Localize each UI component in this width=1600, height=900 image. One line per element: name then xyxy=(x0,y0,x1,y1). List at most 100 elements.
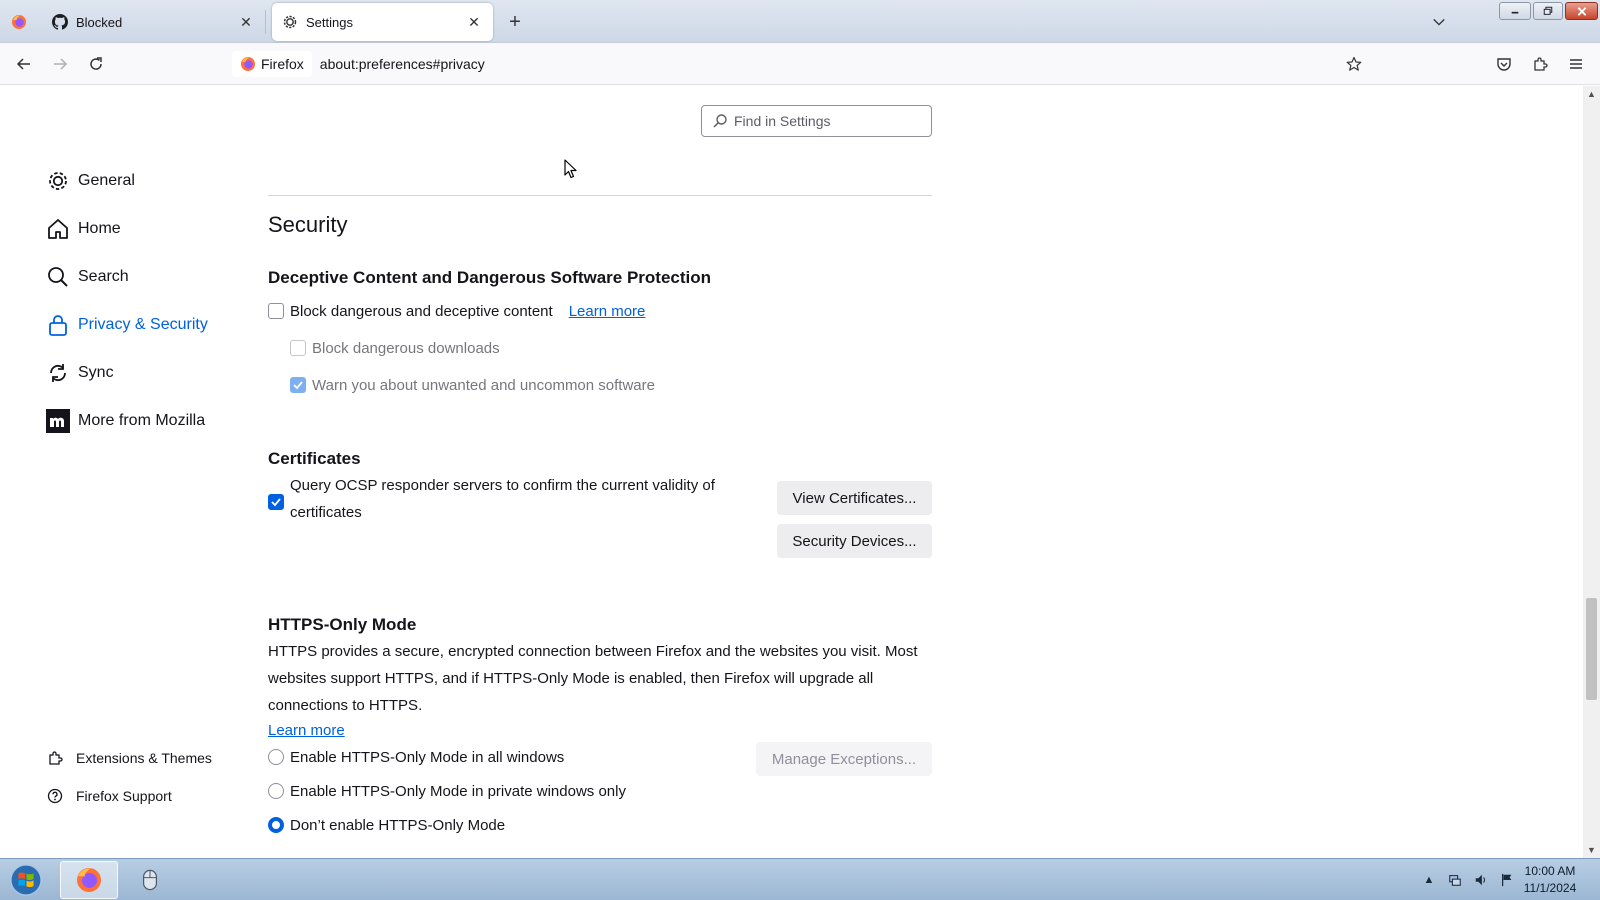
taskbar-mouse-app[interactable] xyxy=(135,861,165,899)
reload-icon xyxy=(90,57,102,70)
volume-icon[interactable] xyxy=(1472,871,1490,889)
search-placeholder: Find in Settings xyxy=(734,113,831,129)
start-button[interactable] xyxy=(6,861,46,899)
sidebar-item-label: Search xyxy=(78,268,129,285)
new-tab-button[interactable]: + xyxy=(503,10,527,34)
security-devices-button[interactable]: Security Devices... xyxy=(777,524,932,558)
home-icon xyxy=(44,215,72,243)
close-window-button[interactable] xyxy=(1565,2,1598,20)
https-only-all-windows-radio[interactable] xyxy=(268,749,284,765)
sidebar-item-label: Home xyxy=(78,220,121,237)
mozilla-icon xyxy=(44,407,72,435)
warn-unwanted-software-option[interactable]: Warn you about unwanted and uncommon sof… xyxy=(290,374,655,396)
scroll-down-icon[interactable]: ▼ xyxy=(1586,844,1597,855)
minimize-icon xyxy=(1511,11,1519,14)
tab-title: Settings xyxy=(306,14,353,30)
help-icon xyxy=(44,785,66,807)
forward-arrow-icon xyxy=(54,58,68,70)
close-icon[interactable]: ✕ xyxy=(465,13,483,31)
firefox-icon xyxy=(77,868,101,892)
sidebar-item-home[interactable]: Home xyxy=(44,214,121,244)
sidebar-item-general[interactable]: General xyxy=(44,166,135,196)
block-deceptive-content-option[interactable]: Block dangerous and deceptive content Le… xyxy=(268,300,645,322)
network-icon[interactable] xyxy=(1446,871,1464,889)
identity-box[interactable]: Firefox xyxy=(232,51,312,77)
tab-strip: Blocked ✕ Settings ✕ + xyxy=(0,0,1600,43)
windows-logo-icon xyxy=(10,864,42,896)
close-icon[interactable]: ✕ xyxy=(237,13,255,31)
show-hidden-icons-icon[interactable]: ▲ xyxy=(1420,871,1438,889)
close-icon xyxy=(1577,6,1586,16)
sidebar-item-label: General xyxy=(78,172,135,189)
sidebar-item-extensions-themes[interactable]: Extensions & Themes xyxy=(44,743,212,773)
search-input[interactable]: Find in Settings xyxy=(701,105,932,137)
settings-page: Find in Settings General Home Search Pri… xyxy=(0,86,1583,858)
sidebar-item-more-from-mozilla[interactable]: More from Mozilla xyxy=(44,406,205,436)
search-icon xyxy=(713,114,727,128)
https-only-all-windows-option[interactable]: Enable HTTPS-Only Mode in all windows xyxy=(268,746,564,768)
sidebar-item-privacy-security[interactable]: Privacy & Security xyxy=(44,310,208,340)
identity-label: Firefox xyxy=(261,56,304,72)
section-heading-security: Security xyxy=(268,212,348,237)
https-only-private-windows-radio[interactable] xyxy=(268,783,284,799)
reload-button[interactable] xyxy=(84,52,108,76)
windows-taskbar: ▲ 10:00 AM 11/1/2024 xyxy=(0,858,1600,900)
manage-exceptions-button[interactable]: Manage Exceptions... xyxy=(756,742,932,776)
https-learn-more-link[interactable]: Learn more xyxy=(268,722,345,739)
mouse-icon xyxy=(143,869,157,891)
sidebar-item-search[interactable]: Search xyxy=(44,262,129,292)
block-deceptive-content-checkbox[interactable] xyxy=(268,303,284,319)
github-icon xyxy=(52,14,68,30)
clock-date: 11/1/2024 xyxy=(1523,881,1577,895)
ocsp-checkbox[interactable] xyxy=(268,494,284,510)
back-arrow-icon xyxy=(16,58,30,70)
learn-more-link[interactable]: Learn more xyxy=(569,303,646,320)
tab-blocked[interactable]: Blocked ✕ xyxy=(42,3,265,41)
system-tray: ▲ xyxy=(1420,867,1516,893)
gear-icon xyxy=(282,14,298,30)
warn-unwanted-software-checkbox[interactable] xyxy=(290,377,306,393)
view-certificates-button[interactable]: View Certificates... xyxy=(777,481,932,515)
tab-title: Blocked xyxy=(76,14,123,30)
scroll-up-icon[interactable]: ▲ xyxy=(1586,88,1597,99)
radio-label: Enable HTTPS-Only Mode in all windows xyxy=(290,748,565,766)
mouse-cursor-icon xyxy=(564,159,577,179)
restore-icon xyxy=(1543,6,1553,15)
app-menu-button[interactable] xyxy=(1564,52,1588,76)
sidebar-item-sync[interactable]: Sync xyxy=(44,358,114,388)
section-divider xyxy=(268,195,932,196)
https-only-private-windows-option[interactable]: Enable HTTPS-Only Mode in private window… xyxy=(268,780,626,802)
https-only-disabled-option[interactable]: Don’t enable HTTPS-Only Mode xyxy=(268,814,505,836)
block-dangerous-downloads-checkbox[interactable] xyxy=(290,340,306,356)
gear-icon xyxy=(44,167,72,195)
address-bar[interactable]: Firefox about:preferences#privacy xyxy=(232,49,1372,79)
firefox-view-icon[interactable] xyxy=(11,14,27,30)
sidebar-item-firefox-support[interactable]: Firefox Support xyxy=(44,781,172,811)
taskbar-clock[interactable]: 10:00 AM 11/1/2024 xyxy=(1510,863,1590,897)
minimize-button[interactable] xyxy=(1499,2,1531,20)
extensions-button[interactable] xyxy=(1528,52,1552,76)
subsection-heading-https-only: HTTPS-Only Mode xyxy=(268,615,417,634)
puzzle-icon xyxy=(1534,57,1548,71)
vertical-scrollbar[interactable]: ▲ ▼ xyxy=(1583,86,1600,858)
checkmark-icon xyxy=(271,498,281,507)
scrollbar-thumb[interactable] xyxy=(1586,598,1597,700)
url-text[interactable]: about:preferences#privacy xyxy=(320,56,485,72)
pocket-button[interactable] xyxy=(1492,52,1516,76)
ocsp-label[interactable]: Query OCSP responder servers to confirm … xyxy=(290,472,750,526)
back-button[interactable] xyxy=(12,52,36,76)
star-icon xyxy=(1346,56,1362,71)
tab-separator xyxy=(265,10,266,34)
taskbar-firefox[interactable] xyxy=(60,861,118,899)
bookmark-star-button[interactable] xyxy=(1342,52,1366,76)
clock-time: 10:00 AM xyxy=(1524,864,1576,878)
list-all-tabs-button[interactable] xyxy=(1429,12,1449,32)
forward-button[interactable] xyxy=(48,52,72,76)
restore-button[interactable] xyxy=(1533,2,1563,20)
ocsp-label-line-2: certificates xyxy=(290,504,362,521)
search-icon xyxy=(44,263,72,291)
radio-label: Don’t enable HTTPS-Only Mode xyxy=(290,816,506,834)
block-dangerous-downloads-option[interactable]: Block dangerous downloads xyxy=(290,337,500,359)
tab-settings[interactable]: Settings ✕ xyxy=(272,3,493,41)
https-only-disabled-radio[interactable] xyxy=(268,817,284,833)
